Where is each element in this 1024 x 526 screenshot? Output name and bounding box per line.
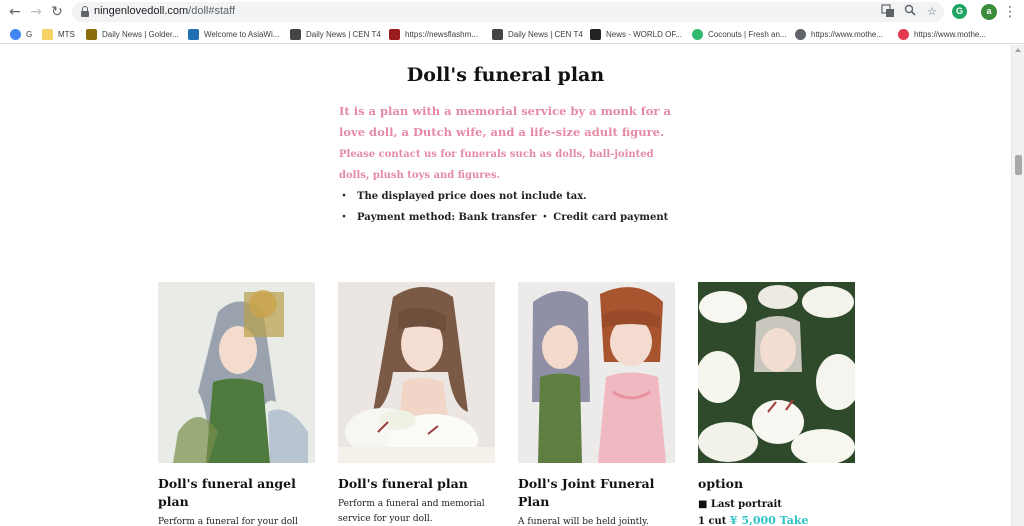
doll-photo-angel[interactable] [158,282,315,463]
grammarly-extension-icon[interactable]: G [952,4,967,19]
bookmark-item[interactable]: MTS [42,27,75,41]
bookmark-star-icon[interactable]: ☆ [924,4,940,20]
plan-heading[interactable]: Doll's Joint Funeral Plan [518,475,675,511]
payment-note-text: Payment method: Bank transfer ・ Credit c… [357,212,669,223]
tax-note-text: The displayed price does not include tax… [357,191,587,202]
payment-note: ・ Payment method: Bank transfer ・ Credit … [339,207,679,228]
plan-card-option[interactable]: option ■ Last portrait 1 cut ¥ 5,000 Tak… [698,282,855,526]
option-price-line: 1 cut ¥ 5,000 Take [698,513,855,526]
option-item: ■ Last portrait [698,499,782,510]
plan-card-joint[interactable]: Doll's Joint Funeral Plan A funeral will… [518,282,675,526]
site-favicon-icon [389,28,400,40]
globe-icon [795,28,806,40]
option-price-prefix: 1 cut [698,516,727,526]
forward-arrow-icon[interactable]: → [27,3,45,21]
option-price: ¥ 5,000 Take [729,514,809,526]
bookmark-item[interactable]: https://newsflashm... [389,27,478,41]
doll-photo-funeral[interactable] [338,282,495,463]
plan-cards: Doll's funeral angel plan Perform a fune… [158,282,858,526]
intro-text-line: love doll, a Dutch wife, and a life-size… [339,125,664,139]
google-icon [10,28,21,40]
intro-section: It is a plan with a memorial service by … [339,101,679,228]
bookmark-item[interactable]: Daily News | CEN T4 [492,27,583,41]
lock-icon [81,6,89,17]
site-favicon-icon [590,28,601,40]
bookmark-item[interactable]: Daily News | Golder... [86,27,179,41]
url-host: ningenlovedoll.com [94,5,189,17]
translate-icon[interactable] [880,4,896,20]
bookmark-item[interactable]: Daily News | CEN T4 [290,27,381,41]
doll-photo-joint[interactable] [518,282,675,463]
plan-description: A funeral will be held jointly. [518,517,649,526]
contact-text-line: Please contact us for funerals such as d… [339,149,654,160]
site-favicon-icon [492,28,503,40]
intro-text-line: It is a plan with a memorial service by … [339,104,671,118]
bookmark-item[interactable]: https://www.mothe... [795,27,883,41]
more-menu-icon[interactable]: ⋮ [1003,3,1017,21]
bullet-dot: ・ [339,212,349,223]
reload-icon[interactable]: ↻ [48,3,66,21]
bookmark-item[interactable]: Coconuts | Fresh an... [692,27,787,41]
site-favicon-icon [86,28,97,40]
site-favicon-icon [188,28,199,40]
contact-text-line: dolls, plush toys and figures. [339,170,501,181]
page-scrollbar[interactable] [1011,45,1024,526]
site-favicon-icon [692,28,703,40]
lips-icon [898,28,909,40]
bookmark-item[interactable]: G [10,27,32,41]
bookmark-item[interactable]: https://www.mothe... [898,27,986,41]
plan-heading[interactable]: Doll's funeral angel plan [158,475,315,511]
plan-card-funeral[interactable]: Doll's funeral plan Perform a funeral an… [338,282,495,526]
bookmarks-bar: G MTS Daily News | Golder... Welcome to … [0,24,1024,44]
plan-description: Perform a funeral for your doll and [158,517,298,526]
folder-icon [42,28,53,40]
address-bar[interactable]: ningenlovedoll.com/doll#staff ☆ [72,2,944,22]
zoom-icon[interactable] [902,4,918,20]
profile-avatar[interactable]: a [981,4,997,20]
bookmark-item[interactable]: News - WORLD OF... [590,27,682,41]
plan-description: Perform a funeral and memorial service f… [338,499,485,524]
bullet-dot: ・ [339,191,349,202]
scrollbar-thumb[interactable] [1015,155,1022,175]
page-title: Doll's funeral plan [406,64,605,86]
url-path: /doll#staff [188,5,236,17]
browser-toolbar: ← → ↻ ningenlovedoll.com/doll#staff ☆ G … [0,0,1024,24]
tax-note: ・ The displayed price does not include ta… [339,186,679,207]
site-favicon-icon [290,28,301,40]
plan-heading[interactable]: option [698,475,855,493]
bookmark-item[interactable]: Welcome to AsiaWi... [188,27,279,41]
doll-photo-option[interactable] [698,282,855,463]
plan-heading[interactable]: Doll's funeral plan [338,475,495,493]
back-arrow-icon[interactable]: ← [6,3,24,21]
scroll-up-arrow-icon[interactable] [1015,48,1021,52]
url-text[interactable]: ningenlovedoll.com/doll#staff [94,5,235,17]
plan-card-angel[interactable]: Doll's funeral angel plan Perform a fune… [158,282,315,526]
